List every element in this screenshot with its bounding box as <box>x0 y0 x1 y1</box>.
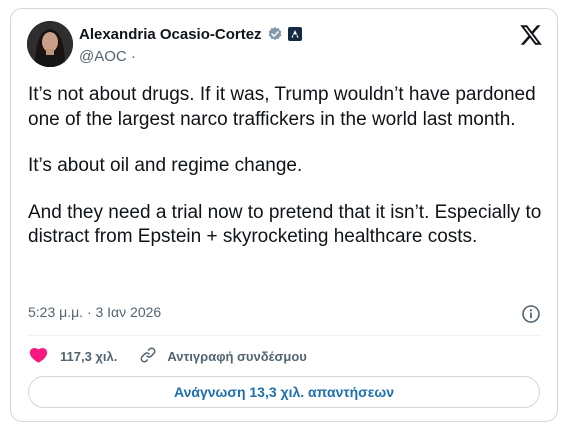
verified-badge-icon <box>267 26 283 42</box>
action-bar: 117,3 χιλ. Αντιγραφή συνδέσμου <box>29 346 307 366</box>
author-name-row: Alexandria Ocasio-Cortez <box>79 24 302 44</box>
tweet-paragraph-1: It’s not about drugs. If it was, Trump w… <box>28 84 536 130</box>
like-button[interactable]: 117,3 χιλ. <box>29 346 117 366</box>
handle-separator: · <box>130 48 136 65</box>
copy-link-button[interactable]: Αντιγραφή συνδέσμου <box>139 346 307 367</box>
tweet-text: It’s not about drugs. If it was, Trump w… <box>28 83 543 250</box>
read-replies-button[interactable]: Ανάγνωση 13,3 χιλ. απαντήσεων <box>28 376 540 408</box>
author-name[interactable]: Alexandria Ocasio-Cortez <box>79 26 262 43</box>
heart-icon <box>29 346 48 366</box>
government-affiliation-icon <box>287 27 302 41</box>
tweet-timestamp[interactable]: 5:23 μ.μ. · 3 Ιαν 2026 <box>28 304 161 320</box>
like-count: 117,3 χιλ. <box>60 348 118 364</box>
embedded-tweet-card: Alexandria Ocasio-Cortez @AOC · It’s not… <box>10 8 558 422</box>
divider <box>28 335 540 336</box>
x-logo-icon[interactable] <box>519 23 543 47</box>
copy-link-label: Αντιγραφή συνδέσμου <box>167 348 307 364</box>
tweet-paragraph-2: It’s about oil and regime change. <box>28 155 303 176</box>
author-handle[interactable]: @AOC <box>79 48 127 65</box>
read-replies-label: Ανάγνωση 13,3 χιλ. απαντήσεων <box>173 384 394 400</box>
handle-row: @AOC · <box>79 48 136 65</box>
link-icon <box>139 346 157 367</box>
avatar[interactable] <box>27 21 73 67</box>
tweet-paragraph-3: And they need a trial now to pretend tha… <box>28 201 542 248</box>
info-icon[interactable] <box>521 304 541 324</box>
